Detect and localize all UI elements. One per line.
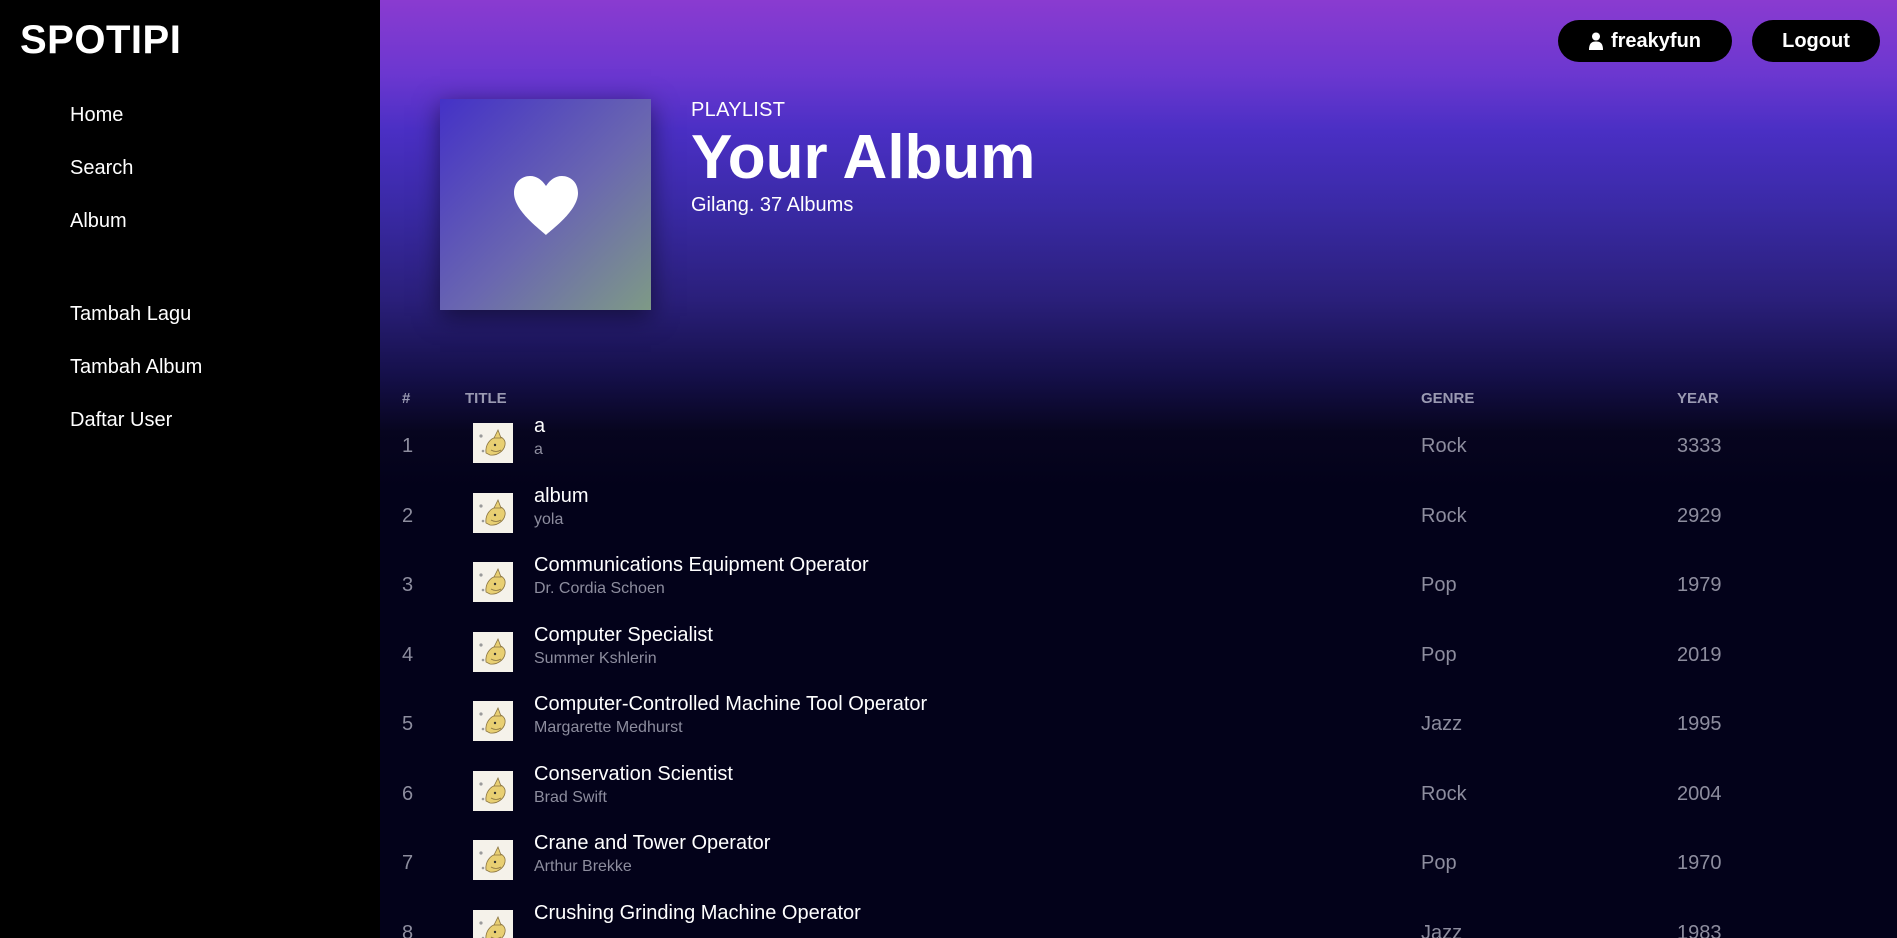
- sidebar-item-tambah-lagu[interactable]: Tambah Lagu: [70, 297, 202, 350]
- topbar: freakyfun Logout: [1558, 20, 1880, 62]
- column-header-year: YEAR: [1677, 390, 1719, 407]
- heart-icon: [513, 175, 578, 235]
- app-root: SPOTIPI Home Search Album Tambah Lagu Ta…: [0, 0, 1897, 938]
- album-artist: a: [534, 441, 543, 458]
- playlist-type-label: PLAYLIST: [691, 99, 786, 121]
- column-header-genre: GENRE: [1421, 390, 1475, 407]
- album-genre: Jazz: [1421, 921, 1463, 938]
- table-row[interactable]: 5 Computer-Controlled Machine Tool Operat…: [380, 690, 1897, 759]
- album-thumbnail: [473, 701, 513, 741]
- album-year: 2004: [1677, 782, 1722, 805]
- album-year: 1995: [1677, 713, 1722, 735]
- sidebar-item-home[interactable]: Home: [70, 98, 133, 151]
- row-number: 1: [402, 435, 414, 457]
- row-number: 3: [402, 574, 414, 596]
- album-artist: Arthur Brekke: [534, 858, 632, 875]
- album-thumbnail: [473, 492, 513, 533]
- row-number: 7: [402, 852, 414, 874]
- album-genre: Rock: [1421, 504, 1467, 527]
- app-logo[interactable]: SPOTIPI: [20, 18, 181, 63]
- table-row[interactable]: 7 Crane and Tower Operator Arthur Brekke Po…: [380, 829, 1897, 898]
- album-title[interactable]: album: [534, 485, 588, 508]
- user-icon: [1588, 32, 1603, 50]
- logout-button[interactable]: Logout: [1752, 20, 1880, 62]
- user-profile-button[interactable]: freakyfun: [1558, 20, 1732, 62]
- sidebar-admin-nav: Tambah Lagu Tambah Album Daftar User: [70, 297, 202, 456]
- table-row[interactable]: 6 Conservation Scientist Brad Swift Rock 200…: [380, 760, 1897, 829]
- playlist-header: PLAYLIST Your Album Gilang. 37 Albums: [691, 99, 1035, 217]
- page-title: Your Album: [691, 123, 1036, 192]
- album-genre: Rock: [1421, 435, 1467, 457]
- album-thumbnail: [473, 423, 513, 463]
- album-table: # TITLE GENRE YEAR 1 a a Rock 3333 2 album yola…: [380, 390, 1897, 938]
- album-genre: Pop: [1421, 643, 1457, 666]
- album-year: 2019: [1677, 643, 1722, 666]
- column-header-number: #: [402, 390, 411, 407]
- main-content: freakyfun Logout PLAYLIST Your Album Gil…: [380, 0, 1897, 938]
- album-genre: Pop: [1421, 852, 1457, 874]
- album-genre: Pop: [1421, 574, 1457, 596]
- album-year: 1979: [1677, 574, 1722, 596]
- table-row[interactable]: 8 Crushing Grinding Machine Operator Jazz 1…: [380, 899, 1897, 938]
- row-number: 8: [402, 921, 414, 938]
- album-title[interactable]: Computer Specialist: [534, 624, 713, 647]
- album-thumbnail: [473, 770, 513, 811]
- table-header: # TITLE GENRE YEAR: [380, 390, 1897, 412]
- table-row[interactable]: 4 Computer Specialist Summer Kshlerin Pop 20…: [380, 621, 1897, 690]
- table-row[interactable]: 1 a a Rock 3333: [380, 412, 1897, 481]
- row-number: 5: [402, 713, 414, 735]
- table-row[interactable]: 3 Communications Equipment Operator Dr. Co…: [380, 551, 1897, 620]
- album-title[interactable]: a: [534, 415, 545, 438]
- table-row[interactable]: 2 album yola Rock 2929: [380, 482, 1897, 551]
- sidebar-primary-nav: Home Search Album: [70, 98, 133, 257]
- username-label: freakyfun: [1610, 29, 1702, 52]
- sidebar-item-tambah-album[interactable]: Tambah Album: [70, 350, 202, 403]
- sidebar-item-album[interactable]: Album: [70, 204, 133, 257]
- album-title[interactable]: Crane and Tower Operator: [534, 832, 770, 855]
- sidebar: SPOTIPI Home Search Album Tambah Lagu Ta…: [0, 0, 380, 938]
- playlist-subtitle: Gilang. 37 Albums: [691, 194, 854, 216]
- album-genre: Rock: [1421, 782, 1467, 805]
- album-genre: Jazz: [1421, 713, 1463, 735]
- album-thumbnail: [473, 840, 513, 880]
- playlist-cover: [440, 99, 651, 310]
- album-title[interactable]: Computer-Controlled Machine Tool Operato…: [534, 693, 927, 716]
- album-artist: yola: [534, 510, 564, 528]
- album-year: 1983: [1677, 921, 1722, 938]
- row-number: 2: [402, 504, 414, 527]
- album-title[interactable]: Crushing Grinding Machine Operator: [534, 902, 861, 925]
- sidebar-item-daftar-user[interactable]: Daftar User: [70, 403, 202, 456]
- album-thumbnail: [473, 909, 513, 938]
- album-artist: Summer Kshlerin: [534, 649, 657, 667]
- album-artist: Margarette Medhurst: [534, 719, 683, 736]
- album-artist: Dr. Cordia Schoen: [534, 580, 665, 597]
- album-thumbnail: [473, 631, 513, 672]
- album-title[interactable]: Communications Equipment Operator: [534, 554, 869, 577]
- album-artist: Brad Swift: [534, 788, 607, 806]
- row-number: 6: [402, 782, 414, 805]
- row-number: 4: [402, 643, 414, 666]
- album-year: 1970: [1677, 852, 1722, 874]
- album-thumbnail: [473, 562, 513, 602]
- album-year: 3333: [1677, 435, 1722, 457]
- album-title[interactable]: Conservation Scientist: [534, 763, 733, 786]
- sidebar-item-search[interactable]: Search: [70, 151, 133, 204]
- album-year: 2929: [1677, 504, 1722, 527]
- column-header-title: TITLE: [465, 390, 507, 407]
